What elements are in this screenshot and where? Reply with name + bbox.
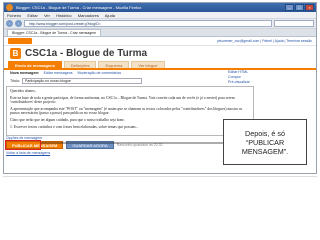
callout-text: Depois, é só “PUBLICAR MENSAGEM”. [241,128,289,156]
minimize-icon[interactable]: – [285,4,294,11]
subtab-new-post[interactable]: Nova mensagem [10,71,39,75]
editor-paragraph: Queridos alunos, [10,89,36,93]
blog-name: CSC1a - Blogue de Turma [25,48,148,59]
main-tabs: Envio de mensagens Definições Esquema Ve… [4,61,316,70]
browser-tab[interactable]: Blogger: CSC1a - Blogue de Turma - Criar… [7,29,102,36]
menu-bookmarks[interactable]: Marcadores [78,13,99,18]
forward-arrow-icon[interactable]: › [15,20,22,27]
menu-file[interactable]: Ficheiro [7,13,21,18]
maximize-icon[interactable]: □ [295,4,304,11]
blogger-b-icon: B [10,48,21,59]
menu-help[interactable]: Ajuda [105,13,115,18]
editor-paragraph: A apresentação que acompanha este "POST"… [10,106,243,116]
window-controls: – □ × [285,4,314,11]
title-label: Título: [10,79,20,83]
firefox-icon [6,4,13,11]
callout-arrow [41,142,225,144]
subtab-edit-posts[interactable]: Editar mensagens [44,71,73,75]
back-to-posts-link[interactable]: Voltar à lista de mensagens [6,151,50,155]
tab-view-blog[interactable]: Ver blogue [131,61,165,68]
tab-posting[interactable]: Envio de mensagens [8,61,62,68]
menu-view[interactable]: Ver [44,13,50,18]
blogger-topbar: ptsummer_csc@gmail.com | Painel | Ajuda … [4,37,316,46]
search-box[interactable] [274,20,314,27]
subtab-moderation[interactable]: Moderação de comentários [78,71,122,75]
preview-link[interactable]: Pré-visualizar [228,80,250,85]
editor-modes: Editar HTML Compor Pré-visualizar [228,70,250,85]
back-arrow-icon[interactable]: ‹ [6,20,13,27]
browser-titlebar: Blogger: CSC1a - Blogue de Turma - Criar… [4,3,316,12]
sub-tabs: Nova mensagem Editar mensagens Moderação… [4,70,316,77]
browser-menubar: Ficheiro Editar Ver Histórico Marcadores… [4,12,316,19]
post-editor[interactable]: Queridos alunos, Este na base de toda a … [6,86,254,136]
close-icon[interactable]: × [305,4,314,11]
browser-navbar: ‹ › http://www.blogger.com/post-create.g… [4,19,316,29]
blog-header: B CSC1a - Blogue de Turma [4,46,316,61]
tab-layout[interactable]: Esquema [98,61,130,68]
editor-paragraph: Este na base de toda a gente participar,… [10,95,235,105]
title-input[interactable] [22,78,142,84]
divider [3,176,317,177]
title-row: Título: [4,77,316,85]
editor-paragraph: Claro que terão que ter algum cuidado, p… [10,117,125,122]
menu-history[interactable]: Histórico [56,13,72,18]
browser-tabbar: Blogger: CSC1a - Blogue de Turma - Criar… [4,29,316,37]
user-links[interactable]: ptsummer_csc@gmail.com | Painel | Ajuda … [217,37,312,46]
blogger-logo [8,38,32,44]
window-title: Blogger: CSC1a - Blogue de Turma - Criar… [16,5,142,10]
callout-box: Depois, é só “PUBLICAR MENSAGEM”. [223,119,307,165]
address-bar[interactable]: http://www.blogger.com/post-create.g?blo… [24,20,272,27]
menu-edit[interactable]: Editar [27,13,37,18]
publish-highlight [5,140,41,150]
editor-paragraph: 1. Escrever textos curtinhos e com frase… [10,124,139,129]
tab-settings[interactable]: Definições [63,61,97,68]
